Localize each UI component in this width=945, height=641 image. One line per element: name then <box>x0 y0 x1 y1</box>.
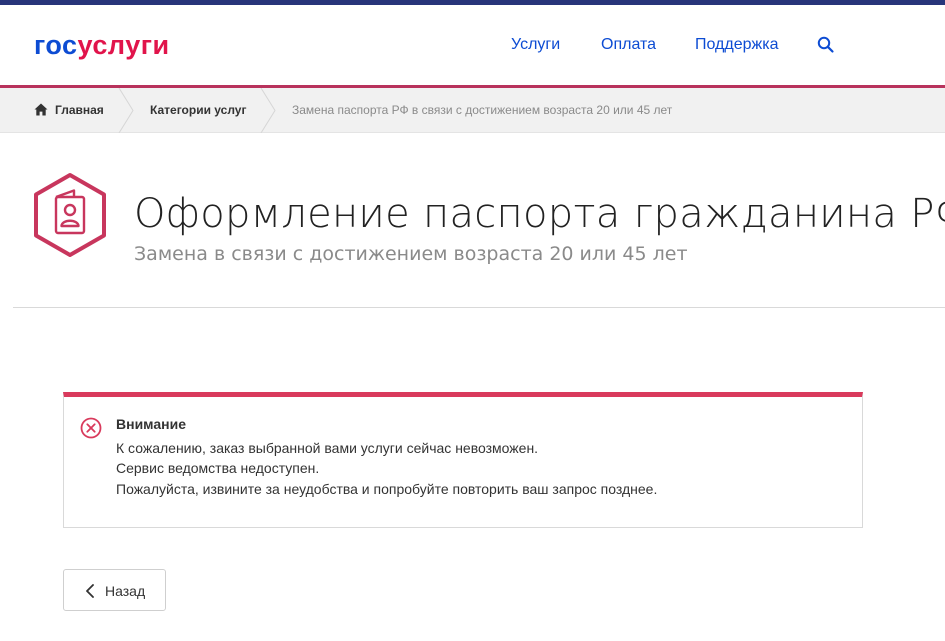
nav-support[interactable]: Поддержка <box>695 35 778 55</box>
home-icon <box>34 103 48 116</box>
breadcrumb-separator <box>260 88 276 133</box>
gosuslugi-logo[interactable]: госуслуги <box>34 29 170 61</box>
page-subtitle: Замена в связи с достижением возраста 20… <box>134 243 688 265</box>
site-header: госуслуги Услуги Оплата Поддержка <box>0 5 945 86</box>
breadcrumb: Главная Категории услуг Замена паспорта … <box>0 88 945 133</box>
logo-part-gos: гос <box>34 30 78 60</box>
nav-payment[interactable]: Оплата <box>601 35 656 55</box>
alert-message-line: Пожалуйста, извините за неудобства и поп… <box>116 481 658 497</box>
divider <box>13 307 945 308</box>
page-title: Оформление паспорта гражданина РФ <box>134 191 945 237</box>
alert-message-line: К сожалению, заказ выбранной вами услуги… <box>116 440 539 456</box>
breadcrumb-categories[interactable]: Категории услуг <box>150 88 246 133</box>
breadcrumb-current: Замена паспорта РФ в связи с достижением… <box>292 103 673 117</box>
error-circle-icon <box>80 417 102 439</box>
chevron-left-icon <box>86 584 94 598</box>
nav-services[interactable]: Услуги <box>511 35 560 55</box>
logo-part-uslugi: услуги <box>77 30 170 60</box>
alert-title: Внимание <box>116 416 186 432</box>
breadcrumb-home-label: Главная <box>55 103 104 117</box>
passport-icon <box>34 173 106 257</box>
warning-alert: Внимание К сожалению, заказ выбранной ва… <box>63 392 863 528</box>
back-button-label: Назад <box>105 583 146 599</box>
breadcrumb-separator <box>118 88 134 133</box>
back-button[interactable]: Назад <box>63 569 166 611</box>
search-icon[interactable] <box>817 36 835 54</box>
alert-message-line: Сервис ведомства недоступен. <box>116 460 320 476</box>
